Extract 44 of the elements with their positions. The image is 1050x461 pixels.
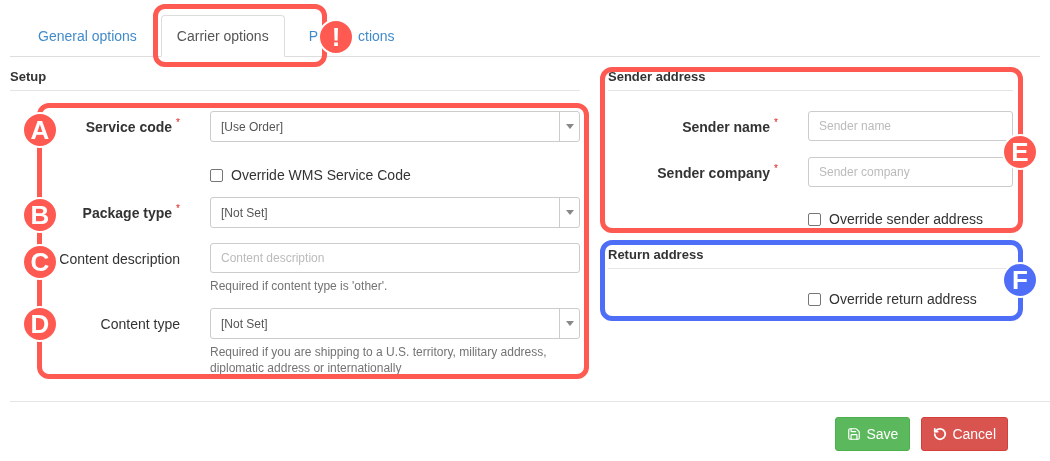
- field-label: Package type: [82, 205, 173, 221]
- save-button[interactable]: Save: [835, 417, 911, 451]
- field-label: Content type: [100, 316, 180, 332]
- select-field[interactable]: [Use Order]: [210, 111, 580, 142]
- required-mark: *: [176, 117, 180, 128]
- checkbox[interactable]: [808, 292, 821, 306]
- required-mark: *: [774, 117, 778, 128]
- checkbox-label: Override WMS Service Code: [231, 167, 411, 183]
- callout-marker: B: [22, 197, 58, 233]
- callout-marker: D: [22, 306, 58, 342]
- callout-marker: E: [1002, 134, 1038, 170]
- select-field[interactable]: [Not Set]: [210, 197, 580, 228]
- caret-icon: [565, 210, 574, 215]
- callout-marker: C: [22, 244, 58, 280]
- checkbox-label: Override sender address: [829, 211, 984, 227]
- field-label: Content description: [59, 251, 180, 267]
- text-field[interactable]: Content description: [210, 243, 580, 273]
- field-label: Sender company: [657, 165, 771, 181]
- select-field[interactable]: [Not Set]: [210, 308, 580, 339]
- text-field[interactable]: Sender company: [808, 157, 1013, 187]
- checkbox-label: Override return address: [829, 291, 977, 307]
- cancel-button[interactable]: Cancel: [921, 417, 1008, 451]
- required-mark: *: [774, 163, 778, 174]
- caret-icon: [565, 321, 574, 326]
- help-text: Required if you are shipping to a U.S. territory, military address, diplomatic address or internationally: [210, 344, 548, 376]
- required-mark: *: [176, 203, 180, 214]
- section-heading: Setup: [10, 69, 580, 91]
- help-text: Required if content type is 'other'.: [210, 278, 389, 294]
- section-heading: Sender address: [608, 69, 1013, 91]
- callout-marker: F: [1002, 262, 1038, 298]
- tab-label[interactable]: ctions: [358, 27, 395, 44]
- field-label: Service code: [85, 119, 173, 135]
- section-heading: Return address: [608, 247, 1013, 269]
- tab[interactable]: Carrier options: [160, 15, 285, 57]
- callout-marker: !: [318, 19, 354, 55]
- tab[interactable]: General options: [22, 15, 153, 56]
- tab-label[interactable]: P: [308, 27, 318, 44]
- undo-icon: [933, 427, 948, 441]
- text-field[interactable]: Sender name: [808, 111, 1013, 141]
- checkbox[interactable]: [808, 212, 821, 226]
- field-label: Sender name: [682, 119, 771, 135]
- caret-icon: [565, 124, 574, 129]
- callout-marker: A: [22, 112, 58, 148]
- checkbox[interactable]: [210, 168, 223, 182]
